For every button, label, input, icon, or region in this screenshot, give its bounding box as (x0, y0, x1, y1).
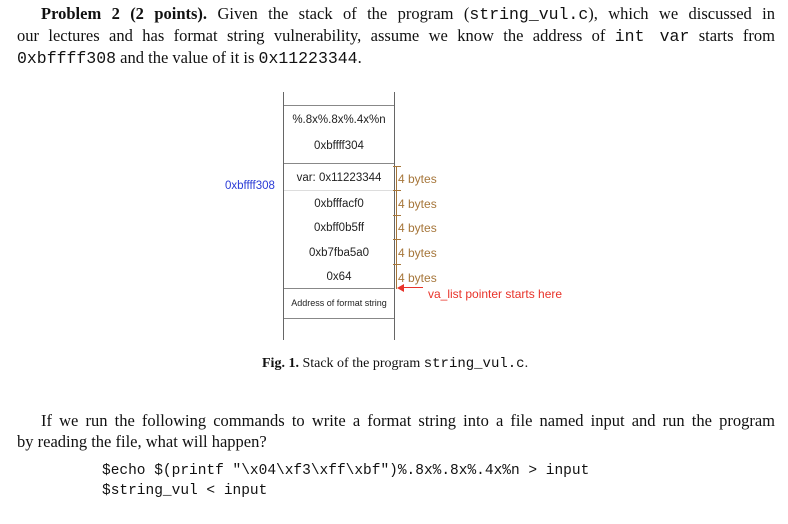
byte-tick (393, 166, 401, 167)
command-line-2: $string_vul < input (102, 483, 268, 499)
stack-cell-value-4: 0x64 (326, 271, 352, 283)
byte-brace-line (396, 166, 397, 289)
stack-divider (284, 288, 394, 289)
stack-cell-format-pointer: Address of format string (291, 298, 387, 308)
problem-line-1: Problem 2 (2 points). Given the stack of… (41, 4, 776, 24)
stack-divider (284, 190, 394, 191)
question-text: If we run the following commands to writ… (17, 410, 775, 452)
command-block: $echo $(printf "\x04\xf3\xff\xbf")%.8x%.… (102, 461, 589, 501)
byte-size-label: 4 bytes (398, 221, 437, 235)
byte-tick (393, 190, 401, 191)
va-list-pointer-label: va_list pointer starts here (428, 287, 563, 301)
stack-divider (284, 163, 394, 164)
int-var-code: int var (614, 27, 690, 46)
stack-cell-format-string: %.8x%.8x%.4x%n (292, 114, 386, 126)
figure-caption: Fig. 1. Stack of the program string_vul.… (262, 356, 529, 372)
problem-statement: Problem 2 (2 points). Given the stack of… (17, 3, 775, 69)
problem-heading: Problem 2 (2 points). (41, 4, 208, 23)
stack-divider (284, 318, 394, 319)
stack-divider (284, 105, 394, 106)
var-address-label: 0xbffff308 (225, 180, 275, 192)
stack-cell-value-3: 0xb7fba5a0 (308, 247, 370, 259)
stack-cell-value-2: 0xbff0b5ff (313, 222, 365, 234)
program-filename: string_vul.c (469, 5, 589, 24)
pointer-arrow-line (403, 287, 423, 288)
stack-cell-value-1: 0xbfffacf0 (314, 198, 364, 210)
question-line-2: by reading the file, what will happen? (17, 432, 267, 451)
figure-label: Fig. 1. (262, 356, 299, 371)
stack-cell-format-address: 0xbffff304 (314, 140, 364, 152)
var-value: 0x11223344 (258, 49, 358, 68)
stack-diagram: %.8x%.8x%.4x%n 0xbffff304 var: 0x1122334… (283, 92, 395, 340)
byte-tick (393, 239, 401, 240)
var-address: 0xbffff308 (17, 49, 117, 68)
problem-line-2: our lectures and has format string vulne… (17, 26, 775, 46)
problem-line-3: 0xbffff308 and the value of it is 0x1122… (17, 48, 362, 68)
question-line-1: If we run the following commands to writ… (41, 411, 775, 430)
byte-size-label: 4 bytes (398, 197, 437, 211)
pointer-arrow-icon (397, 284, 404, 292)
command-line-1: $echo $(printf "\x04\xf3\xff\xbf")%.8x%.… (102, 463, 590, 479)
byte-tick (393, 215, 401, 216)
byte-size-label: 4 bytes (398, 246, 437, 260)
stack-cell-var: var: 0x11223344 (296, 172, 382, 184)
caption-filename: string_vul.c (423, 356, 525, 372)
byte-size-label: 4 bytes (398, 271, 437, 285)
byte-size-label: 4 bytes (398, 172, 437, 186)
byte-tick (393, 264, 401, 265)
